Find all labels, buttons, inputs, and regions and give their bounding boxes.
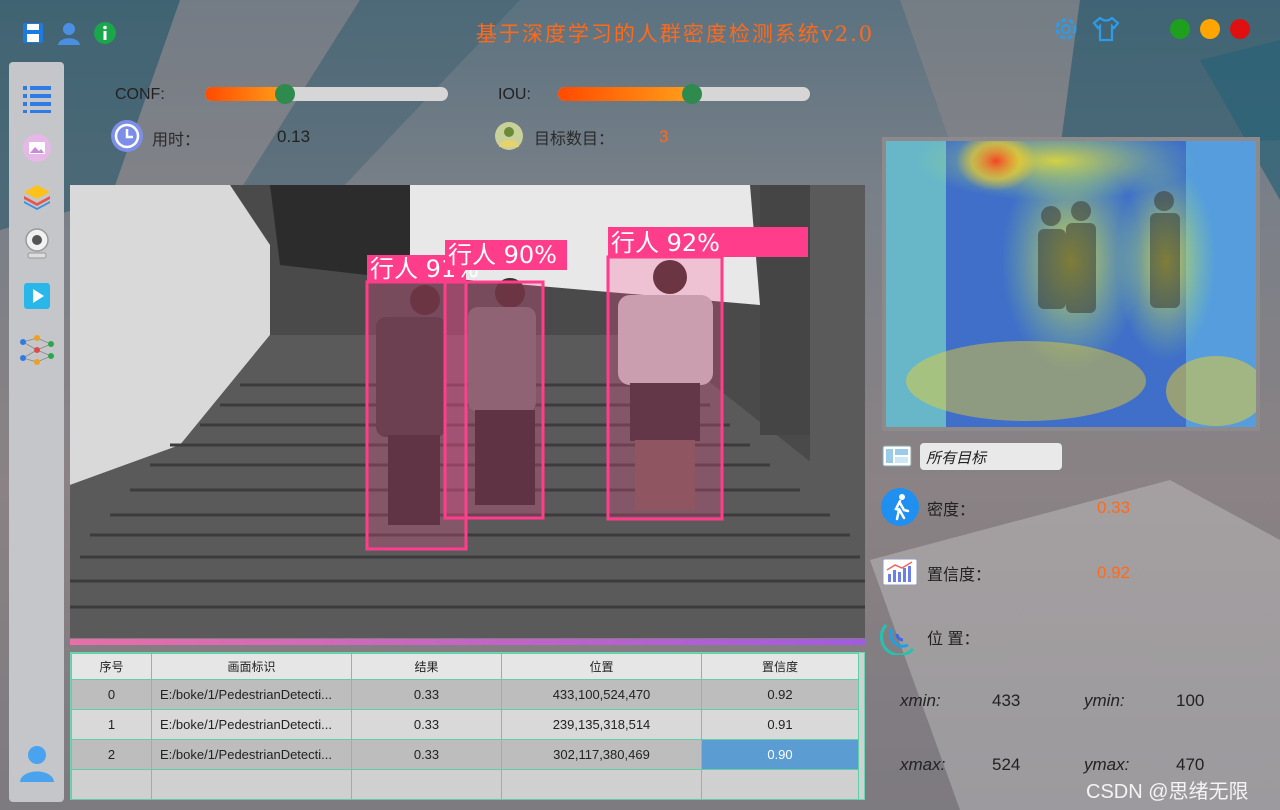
xmax-label: xmax: [900,755,946,774]
xmax-value: 524 [992,755,1021,774]
progress-divider [70,639,865,645]
table-cell[interactable]: 0.33 [351,739,502,770]
layers-icon[interactable] [19,178,55,214]
confidence-value: 0.92 [1097,563,1131,582]
signal-icon [879,615,920,657]
table-cell [701,769,859,800]
table-cell[interactable]: 0.91 [701,709,859,740]
table-row[interactable]: 0 E:/boke/1/PedestrianDetecti... 0.33 43… [71,679,859,710]
conf-slider[interactable] [205,84,448,104]
table-cell[interactable]: 302,117,380,469 [501,739,702,770]
theme-shirt-icon[interactable] [1091,14,1121,44]
table-cell [71,769,152,800]
table-cell [351,769,502,800]
info-icon[interactable] [92,20,118,46]
table-cell[interactable]: 0 [71,679,152,710]
table-cell[interactable]: 2 [71,739,152,770]
save-icon[interactable] [20,20,46,46]
detection-label: 行人 90% [448,241,557,269]
list-icon[interactable] [19,80,55,116]
close-button[interactable] [1230,19,1250,39]
table-header: 序号 画面标识 结果 位置 置信度 [71,653,859,680]
xmin-label: xmin: [900,691,941,710]
table-cell [501,769,702,800]
table-cell[interactable]: 0.33 [351,709,502,740]
position-label: 位 置： [927,631,980,648]
avatar-icon[interactable] [17,742,57,782]
density-label: 密度： [927,502,976,519]
conf-slider-handle[interactable] [275,84,296,104]
table-cell [151,769,352,800]
ymax-value: 470 [1176,755,1205,774]
table-row[interactable]: 2 E:/boke/1/PedestrianDetecti... 0.33 30… [71,739,859,770]
count-label: 目标数目： [534,131,615,148]
column-header[interactable]: 位置 [501,653,702,680]
table-cell-selected[interactable]: 0.90 [701,739,859,770]
conf-label: CONF: [115,86,165,103]
results-table: 序号 画面标识 结果 位置 置信度 0 E:/boke/1/Pedestrian… [70,652,865,800]
minimize-button[interactable] [1170,19,1190,39]
camera-icon[interactable] [19,226,55,262]
table-cell[interactable]: 239,135,318,514 [501,709,702,740]
table-cell[interactable]: 433,100,524,470 [501,679,702,710]
people-icon [494,121,524,151]
table-cell[interactable]: 0.92 [701,679,859,710]
user-icon[interactable] [56,20,82,46]
time-value: 0.13 [277,127,311,146]
table-cell[interactable]: E:/boke/1/PedestrianDetecti... [151,709,352,740]
heatmap-view [882,137,1260,431]
detection-label: 行人 92% [611,229,720,257]
network-icon[interactable] [19,332,55,368]
target-filter-icon [882,444,912,468]
density-value: 0.33 [1097,498,1131,517]
app-title: 基于深度学习的人群密度检测系统v2.0 [475,22,875,46]
chart-icon [882,558,918,586]
column-header[interactable]: 置信度 [701,653,859,680]
target-select[interactable]: 所有目标 [920,443,1062,470]
table-row-empty [71,769,859,800]
detection-view: 行人 91% 行人 90% 行人 92% [70,185,865,638]
table-cell[interactable]: E:/boke/1/PedestrianDetecti... [151,739,352,770]
confidence-label: 置信度： [927,567,992,584]
image-icon[interactable] [19,130,55,166]
column-header[interactable]: 结果 [351,653,502,680]
settings-icon[interactable] [1051,14,1081,44]
ymax-label: ymax: [1084,755,1130,774]
time-label: 用时： [152,132,201,149]
watermark: CSDN @思绪无限 [1086,781,1249,803]
iou-slider-handle[interactable] [681,84,702,104]
xmin-value: 433 [992,691,1021,710]
iou-label: IOU: [498,86,531,103]
table-cell[interactable]: E:/boke/1/PedestrianDetecti... [151,679,352,710]
column-header[interactable]: 序号 [71,653,152,680]
clock-icon [110,119,144,153]
walking-person-icon [880,487,920,527]
count-value: 3 [659,127,669,146]
sidebar [9,62,64,802]
play-icon[interactable] [19,278,55,314]
column-header[interactable]: 画面标识 [151,653,352,680]
maximize-button[interactable] [1200,19,1220,39]
iou-slider[interactable] [558,84,810,104]
table-row[interactable]: 1 E:/boke/1/PedestrianDetecti... 0.33 23… [71,709,859,740]
table-cell[interactable]: 0.33 [351,679,502,710]
ymin-label: ymin: [1084,691,1125,710]
ymin-value: 100 [1176,691,1205,710]
table-cell[interactable]: 1 [71,709,152,740]
